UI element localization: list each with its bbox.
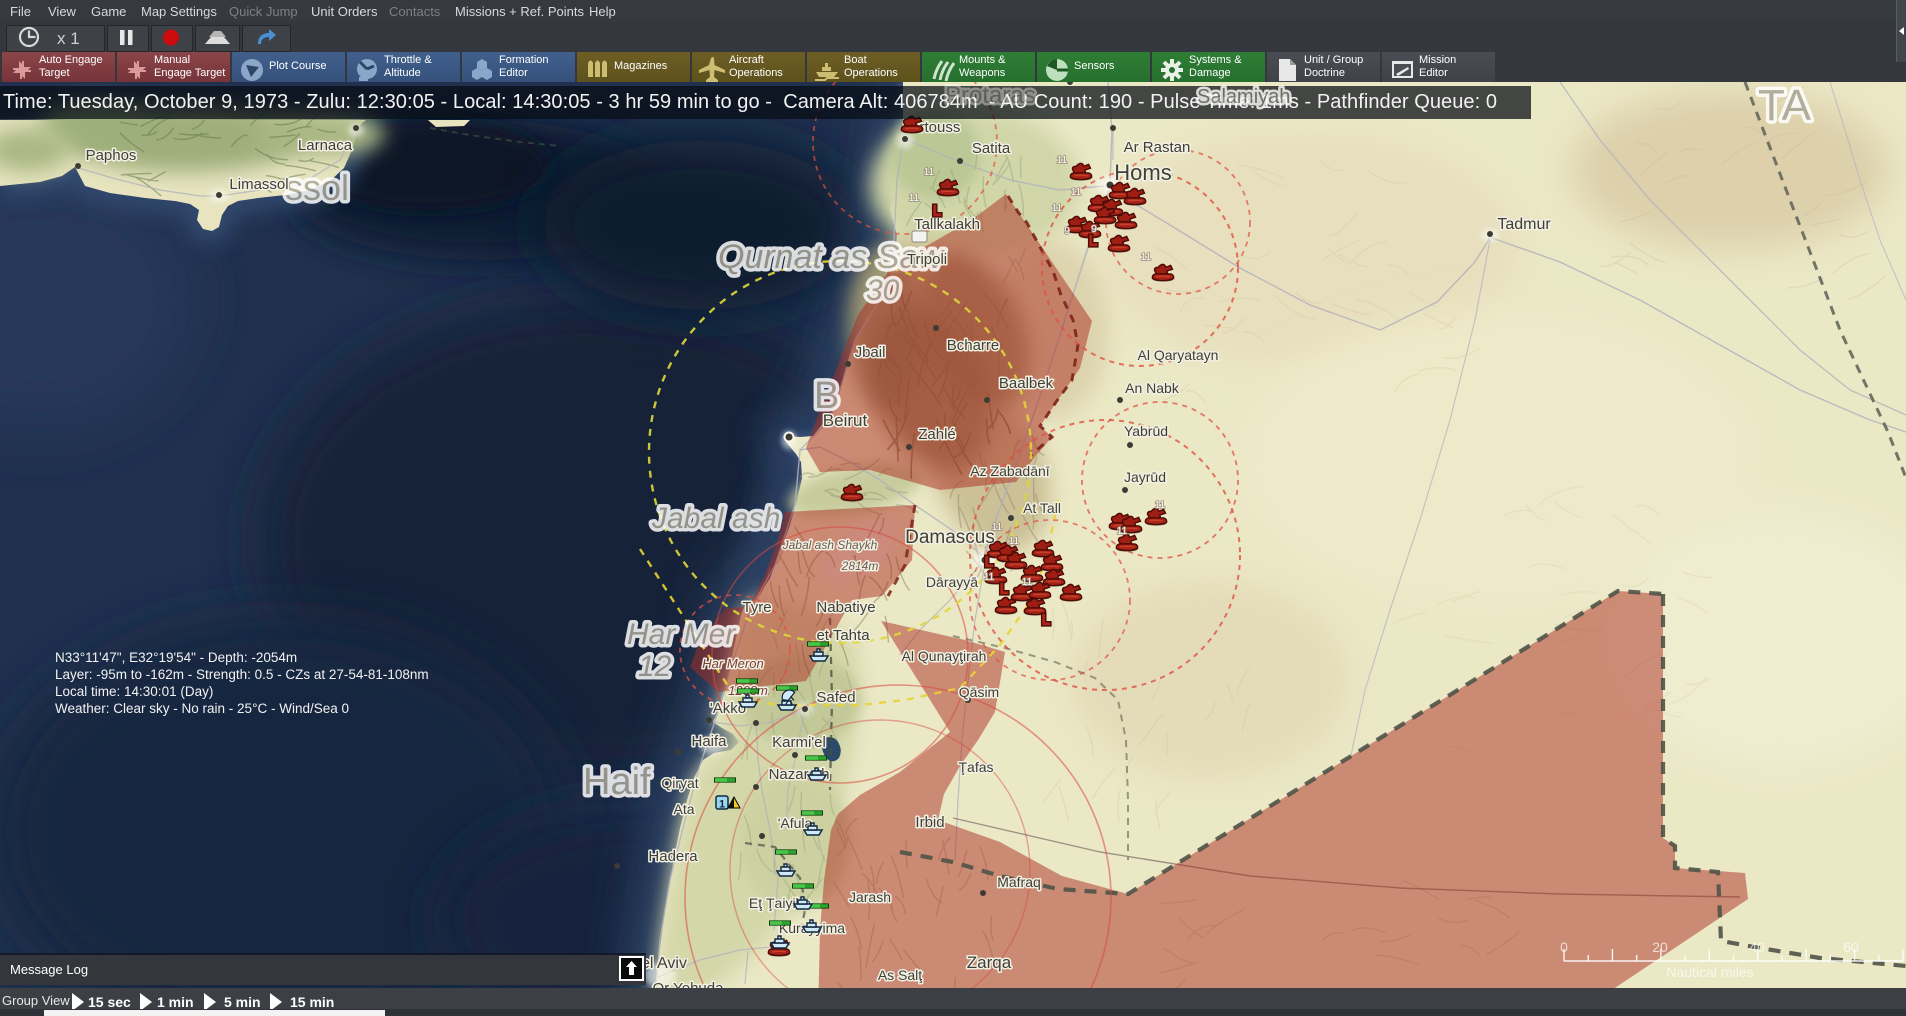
- svg-text:Nabatiye: Nabatiye: [816, 599, 875, 616]
- svg-text:11: 11: [1009, 536, 1020, 547]
- svg-text:Tadmur: Tadmur: [1497, 216, 1551, 233]
- svg-text:Qiryat: Qiryat: [661, 775, 698, 791]
- svg-text:15 min: 15 min: [290, 994, 334, 1010]
- svg-text:Layer: -95m to -162m - Strengt: Layer: -95m to -162m - Strength: 0.5 - C…: [55, 667, 429, 682]
- svg-text:Ata: Ata: [673, 801, 694, 817]
- svg-text:Tripoli: Tripoli: [907, 251, 947, 268]
- svg-text:x 1: x 1: [57, 29, 80, 48]
- svg-text:11: 11: [909, 193, 920, 204]
- svg-text:11: 11: [1071, 187, 1082, 198]
- svg-text:Ar Rastan: Ar Rastan: [1124, 139, 1191, 156]
- svg-text:Karmi'el: Karmi'el: [772, 734, 826, 751]
- svg-text:Tallkalakh: Tallkalakh: [914, 216, 980, 233]
- svg-text:40: 40: [1749, 939, 1765, 955]
- svg-text:11: 11: [1117, 526, 1128, 537]
- svg-text:Al Qaryatayn: Al Qaryatayn: [1138, 347, 1219, 363]
- svg-text:Hadera: Hadera: [648, 848, 698, 865]
- svg-text:Homs: Homs: [1114, 160, 1171, 185]
- svg-text:Salamiyah: Salamiyah: [1197, 86, 1290, 108]
- svg-text:Jarash: Jarash: [849, 889, 891, 905]
- svg-text:Al Qunayţirah: Al Qunayţirah: [902, 648, 987, 664]
- svg-text:11: 11: [984, 572, 995, 583]
- svg-text:11: 11: [1057, 155, 1068, 166]
- svg-text:Limassol: Limassol: [229, 176, 288, 193]
- svg-text:ssol: ssol: [285, 167, 349, 208]
- svg-text:2814m: 2814m: [841, 559, 879, 573]
- svg-text:11: 11: [1022, 577, 1033, 588]
- svg-text:11: 11: [1155, 500, 1166, 511]
- svg-text:Baalbek: Baalbek: [999, 375, 1054, 392]
- svg-text:Har Meron: Har Meron: [702, 656, 763, 671]
- svg-text:Jabal ash: Jabal ash: [651, 502, 780, 535]
- svg-text:Jbail: Jbail: [855, 344, 886, 361]
- svg-text:Jabal ash Shaykh: Jabal ash Shaykh: [782, 538, 878, 552]
- svg-text:At Tall: At Tall: [1023, 500, 1061, 516]
- svg-text:Jayrūd: Jayrūd: [1124, 469, 1166, 485]
- svg-text:Beirut: Beirut: [823, 411, 868, 430]
- svg-text:Har Mer: Har Mer: [627, 618, 736, 651]
- svg-text:5 min: 5 min: [224, 994, 261, 1010]
- svg-text:20: 20: [1652, 939, 1668, 955]
- svg-text:11: 11: [992, 522, 1003, 533]
- svg-text:Dārayyā: Dārayyā: [926, 574, 978, 590]
- svg-text:N33°11'47", E32°19'54" - Depth: N33°11'47", E32°19'54" - Depth: -2054m: [55, 650, 297, 665]
- svg-text:Larnaca: Larnaca: [298, 137, 353, 154]
- svg-text:11: 11: [924, 167, 935, 178]
- svg-text:Haifa: Haifa: [691, 733, 727, 750]
- svg-text:Haif: Haif: [583, 761, 651, 803]
- svg-text:Nautical miles: Nautical miles: [1666, 964, 1753, 980]
- svg-text:Local time: 14:30:01 (Day): Local time: 14:30:01 (Day): [55, 684, 213, 699]
- svg-text:Weather: Clear sky - No rain -: Weather: Clear sky - No rain - 25°C - Wi…: [55, 701, 349, 716]
- svg-text:9: 9: [1091, 224, 1097, 235]
- svg-text:9: 9: [1064, 226, 1070, 237]
- svg-text:Paphos: Paphos: [86, 147, 137, 164]
- svg-text:Damascus: Damascus: [905, 527, 995, 548]
- svg-text:Ţafas: Ţafas: [958, 759, 993, 775]
- svg-text:Zarqa: Zarqa: [967, 953, 1012, 972]
- svg-text:0: 0: [1560, 939, 1568, 955]
- svg-text:Satita: Satita: [972, 140, 1011, 157]
- svg-text:Protaras: Protaras: [945, 82, 1036, 109]
- svg-text:Mafraq: Mafraq: [997, 874, 1041, 890]
- svg-text:An Nabk: An Nabk: [1125, 380, 1180, 396]
- svg-text:Qāsim: Qāsim: [959, 684, 999, 700]
- svg-text:1 min: 1 min: [157, 994, 194, 1010]
- svg-text:Irbid: Irbid: [915, 814, 944, 831]
- svg-text:11: 11: [1052, 203, 1063, 214]
- svg-text:Yabrūd: Yabrūd: [1124, 423, 1168, 439]
- svg-text:Az Zabadānī: Az Zabadānī: [970, 463, 1049, 479]
- svg-text:12: 12: [638, 650, 672, 683]
- svg-text:30: 30: [866, 274, 900, 307]
- svg-text:60: 60: [1843, 939, 1859, 955]
- svg-text:Bcharre: Bcharre: [947, 337, 1000, 354]
- svg-text:15 sec: 15 sec: [88, 994, 131, 1010]
- svg-text:Safed: Safed: [816, 689, 855, 706]
- svg-text:11: 11: [1141, 252, 1152, 263]
- svg-text:Zahlé: Zahlé: [918, 426, 956, 443]
- svg-text:'Afula: 'Afula: [778, 815, 813, 831]
- svg-text:As Salţ: As Salţ: [878, 967, 922, 983]
- svg-text:Tyre: Tyre: [742, 599, 771, 616]
